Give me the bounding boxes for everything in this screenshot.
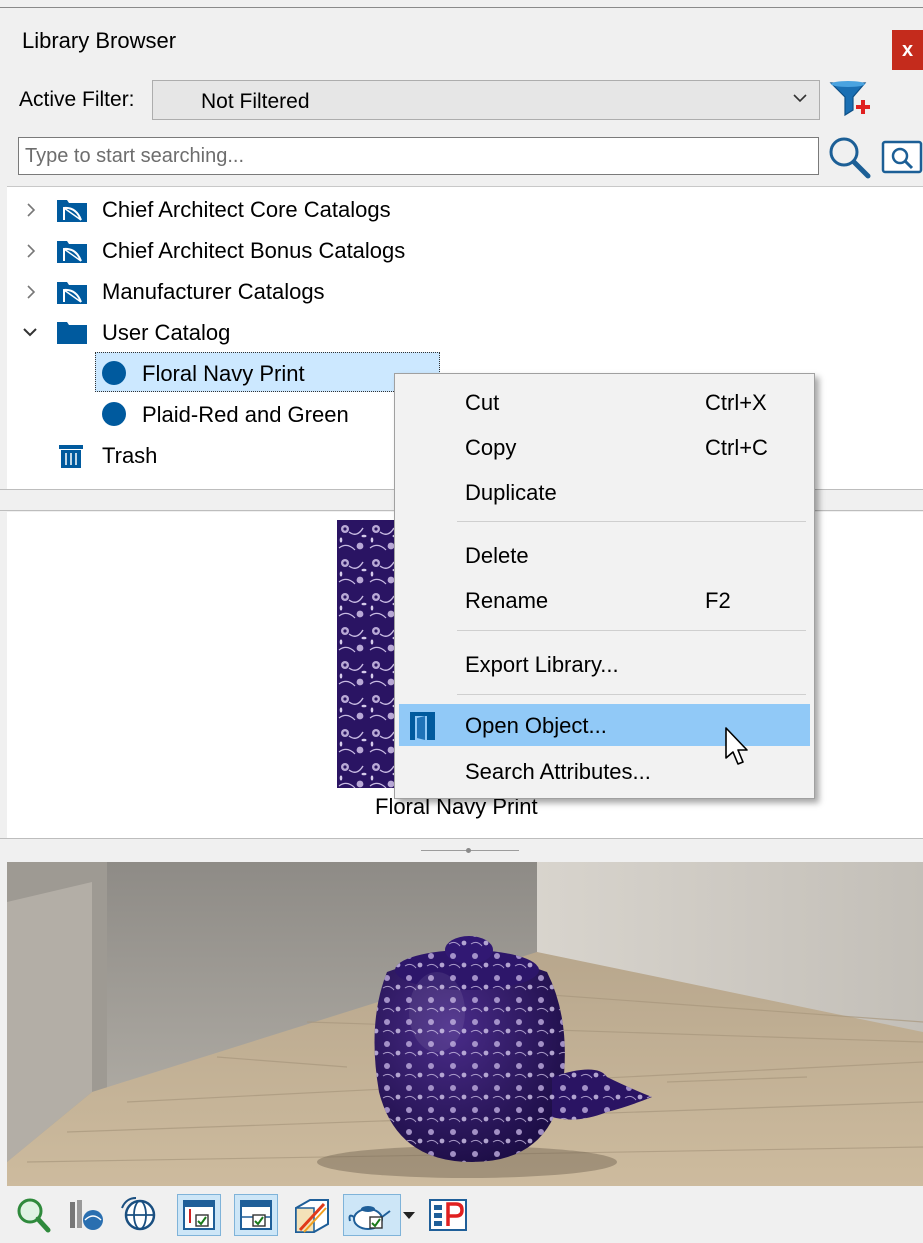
menu-item-label: Open Object... — [465, 713, 607, 738]
search-input[interactable] — [18, 137, 819, 175]
menu-item-shortcut: Ctrl+C — [705, 435, 768, 460]
tree-item-label: Floral Navy Print — [142, 361, 305, 386]
tree-item-label: Chief Architect Core Catalogs — [102, 197, 391, 222]
trash-icon — [59, 445, 83, 468]
toolbar-button-dropdown[interactable] — [400, 1194, 418, 1236]
menu-item-label: Duplicate — [465, 480, 557, 505]
sphere-rotate-icon — [121, 1197, 156, 1231]
material-dot-icon — [102, 402, 126, 426]
bottom-toolbar — [0, 1186, 923, 1243]
open-object-icon — [410, 712, 435, 740]
menu-separator — [457, 630, 806, 631]
close-button[interactable]: x — [892, 30, 923, 70]
menu-item-copy[interactable]: Copy Ctrl+C — [399, 426, 810, 468]
material-swatch — [337, 520, 399, 788]
chevron-right-icon[interactable] — [22, 201, 40, 219]
tree-item-label: Manufacturer Catalogs — [102, 279, 325, 304]
mouse-cursor-icon — [725, 727, 748, 765]
menu-item-delete[interactable]: Delete — [399, 534, 810, 576]
preview-3d-splitter[interactable] — [0, 838, 923, 862]
chevron-right-icon[interactable] — [22, 283, 40, 301]
toolbar-button-3d-view[interactable] — [290, 1194, 334, 1236]
menu-item-shortcut: Ctrl+X — [705, 390, 767, 415]
toolbar-button-teapot-preview[interactable] — [343, 1194, 401, 1236]
search-attributes-icon[interactable] — [881, 138, 923, 176]
menu-item-cut[interactable]: Cut Ctrl+X — [399, 381, 810, 423]
toolbar-button-rotate[interactable] — [118, 1194, 162, 1236]
search-icon[interactable] — [826, 134, 872, 180]
show-tree-icon — [183, 1200, 215, 1230]
menu-item-label: Search Attributes... — [465, 759, 651, 784]
close-icon: x — [901, 38, 914, 61]
active-filter-value: Not Filtered — [201, 90, 310, 113]
3d-scene — [7, 862, 923, 1186]
toolbar-button-show-preview[interactable] — [234, 1194, 278, 1236]
tree-item-label: User Catalog — [102, 320, 231, 345]
library-browser-window: Library Browser x Active Filter: Not Fil… — [0, 0, 923, 1243]
menu-item-shortcut: F2 — [705, 588, 731, 613]
menu-item-rename[interactable]: Rename F2 — [399, 579, 810, 621]
catalog-folder-icon — [57, 241, 87, 263]
menu-item-export-library[interactable]: Export Library... — [399, 643, 810, 685]
active-filter-dropdown[interactable]: Not Filtered — [152, 80, 820, 120]
title-bar: Library Browser x — [0, 8, 923, 70]
zoom-search-icon — [17, 1198, 51, 1233]
toolbar-button-properties[interactable] — [426, 1194, 470, 1236]
show-preview-icon — [240, 1200, 272, 1230]
folder-icon — [57, 322, 87, 344]
window-title: Library Browser — [22, 28, 177, 53]
3d-preview-view[interactable] — [7, 862, 923, 1186]
dropdown-arrow-icon — [403, 1212, 415, 1219]
active-filter-label: Active Filter: — [19, 88, 135, 111]
chevron-right-icon[interactable] — [22, 242, 40, 260]
splitter-grip-dot — [466, 848, 471, 853]
menu-item-label: Export Library... — [465, 652, 619, 677]
menu-separator — [457, 694, 806, 695]
library-materials-icon — [70, 1200, 103, 1230]
chevron-down-icon — [793, 94, 807, 103]
properties-icon — [429, 1199, 467, 1231]
chevron-down-icon[interactable] — [21, 323, 39, 341]
tree-item-label: Trash — [102, 443, 158, 468]
catalog-folder-icon — [57, 200, 87, 222]
teapot-preview-icon — [348, 1206, 391, 1230]
menu-item-label: Cut — [465, 390, 500, 415]
add-filter-icon[interactable] — [828, 78, 872, 122]
tree-item-label: Chief Architect Bonus Catalogs — [102, 238, 406, 263]
menu-item-label: Copy — [465, 435, 517, 460]
menu-item-label: Delete — [465, 543, 529, 568]
catalog-folder-icon — [57, 282, 87, 304]
menu-separator — [457, 521, 806, 522]
show-3d-view-icon — [295, 1199, 329, 1233]
material-dot-icon — [102, 361, 126, 385]
menu-item-duplicate[interactable]: Duplicate — [399, 471, 810, 513]
toolbar-button-materials[interactable] — [64, 1194, 108, 1236]
toolbar-button-zoom[interactable] — [12, 1194, 56, 1236]
tree-item-label: Plaid-Red and Green — [142, 402, 349, 427]
menu-item-label: Rename — [465, 588, 549, 613]
toolbar-button-show-tree[interactable] — [177, 1194, 221, 1236]
